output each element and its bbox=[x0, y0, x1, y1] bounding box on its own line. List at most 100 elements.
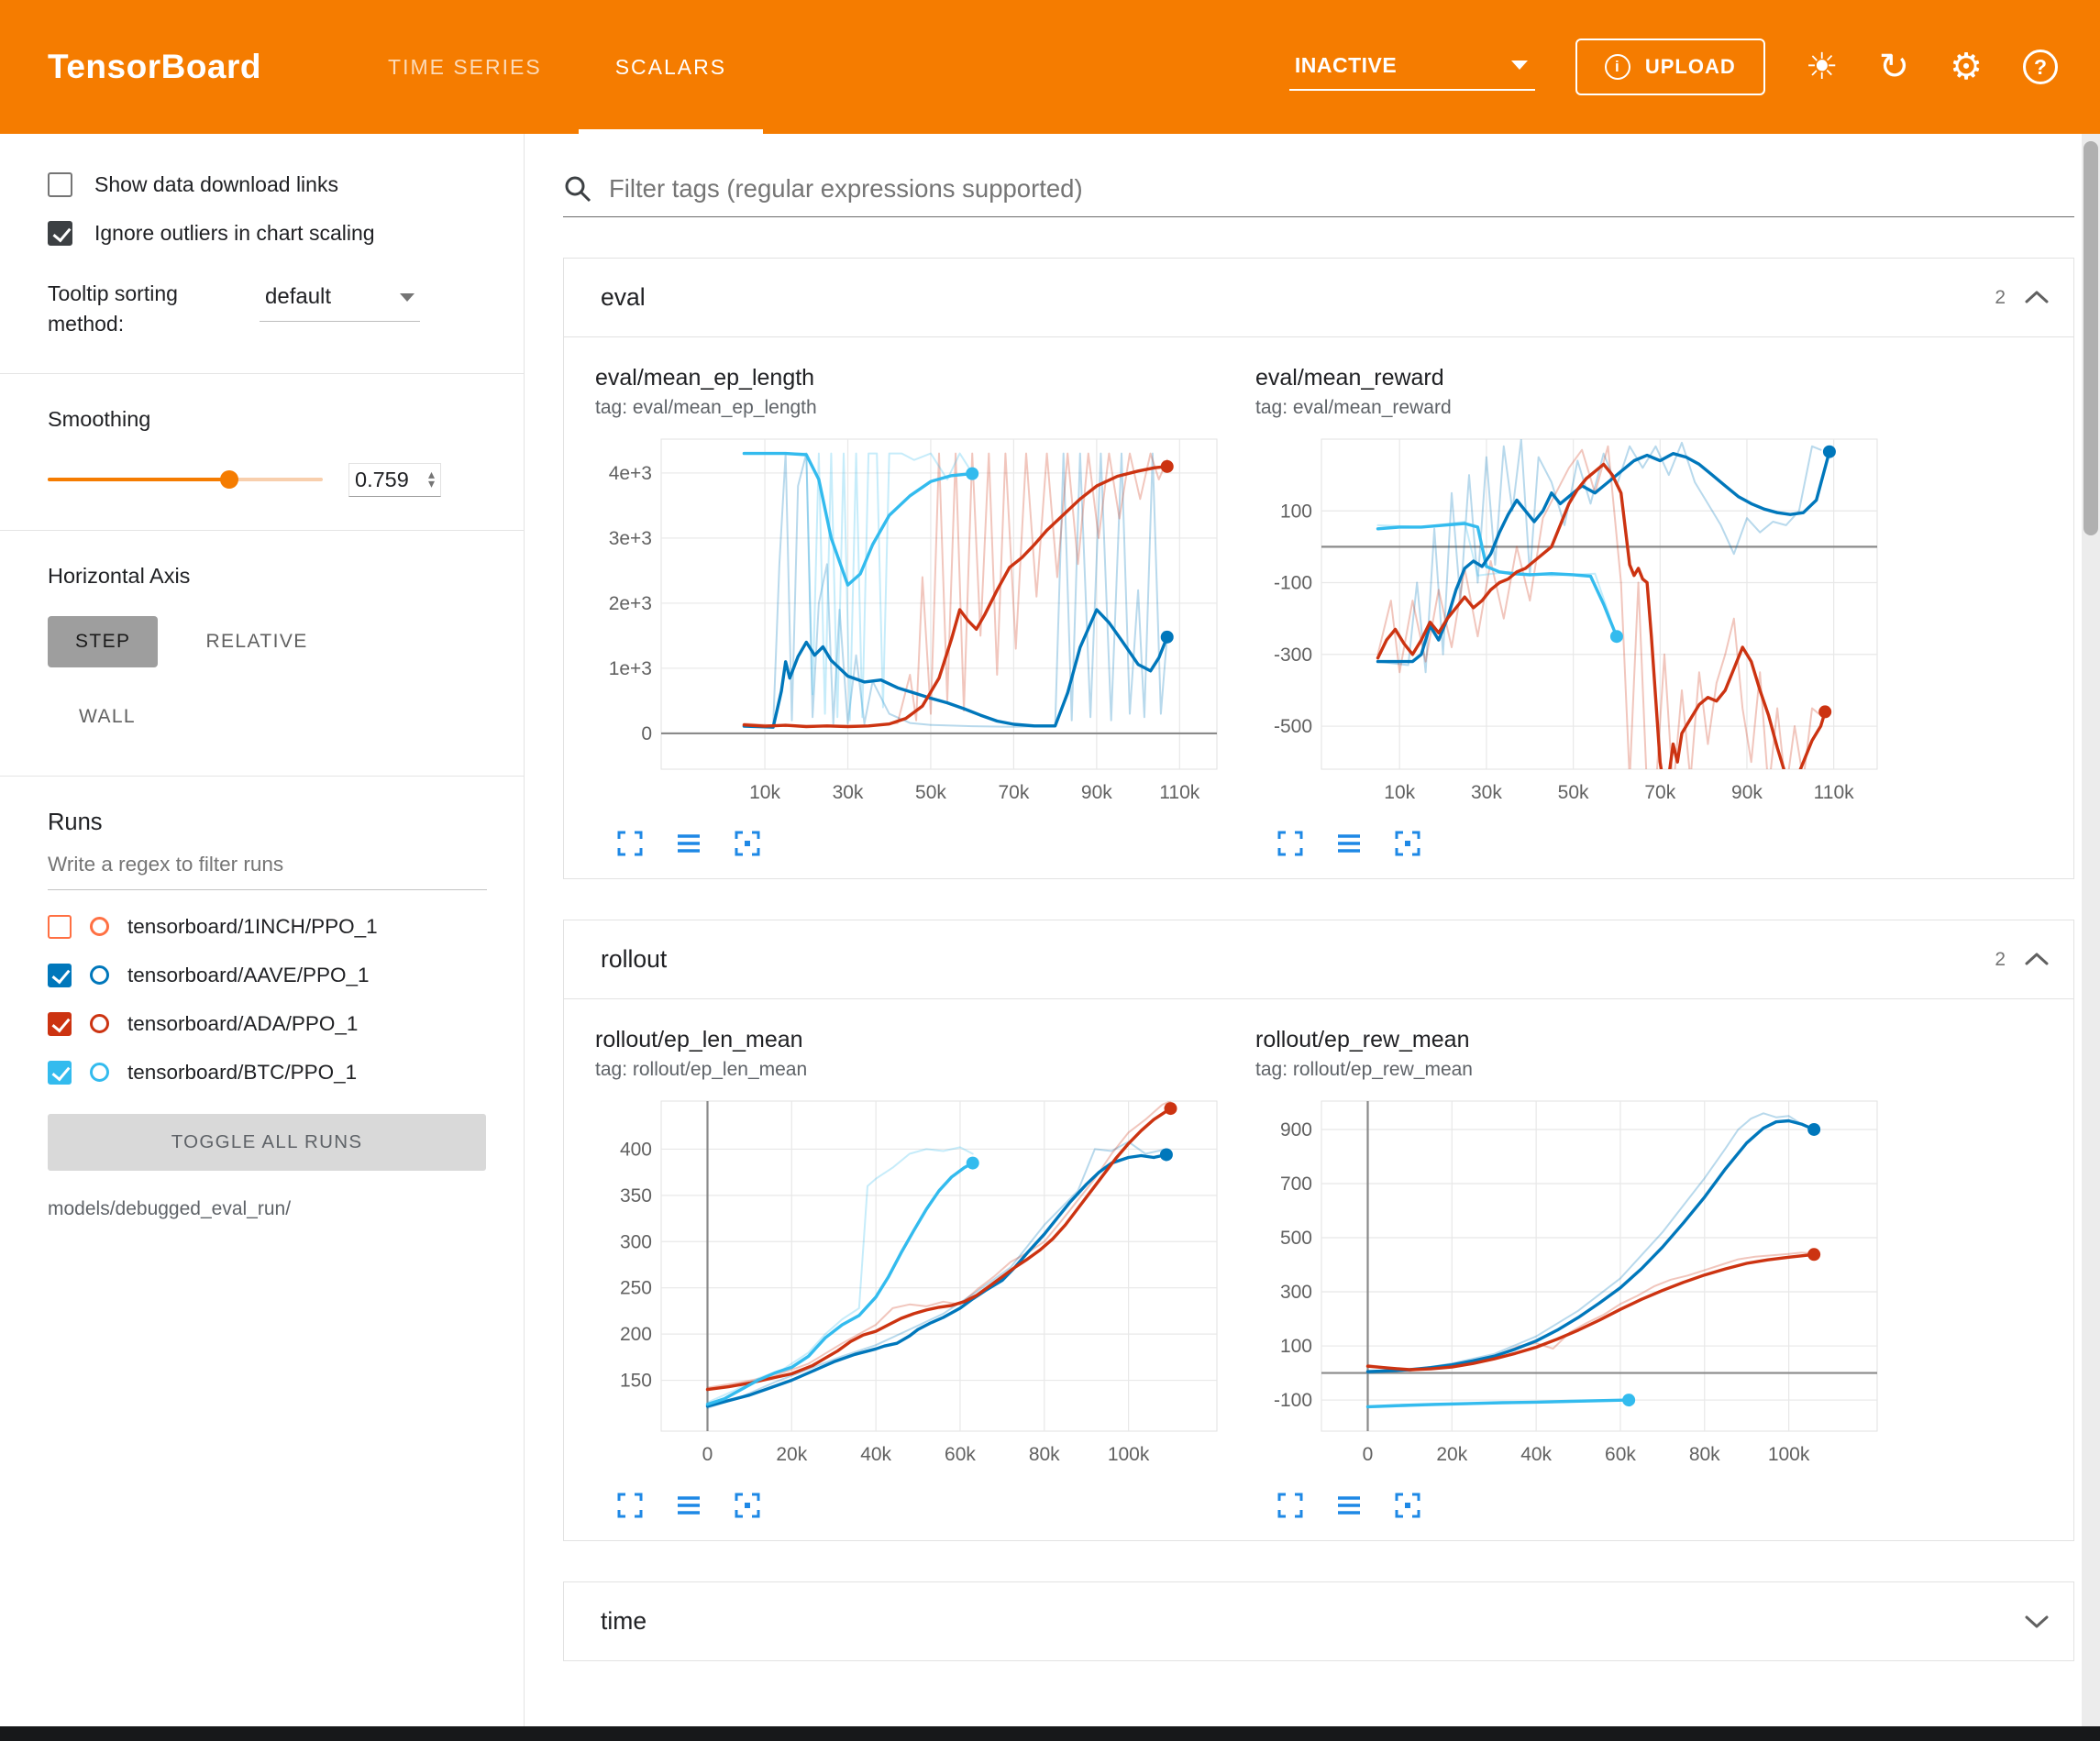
collapse-chevron-icon[interactable] bbox=[2024, 290, 2050, 305]
lines-icon bbox=[1334, 829, 1364, 858]
line-chart[interactable]: -100100300500700900020k40k60k80k100k bbox=[1255, 1092, 1888, 1473]
fit-domain-button[interactable] bbox=[1393, 829, 1422, 858]
fit-domain-button[interactable] bbox=[733, 829, 762, 858]
theme-toggle-icon[interactable]: ☀ bbox=[1806, 49, 1839, 85]
lines-icon bbox=[674, 829, 703, 858]
run-checkbox[interactable] bbox=[48, 1012, 72, 1036]
refresh-icon[interactable]: ↻ bbox=[1879, 49, 1910, 85]
run-color-circle[interactable] bbox=[90, 1014, 109, 1033]
chart-title: rollout/ep_len_mean bbox=[595, 1027, 1230, 1053]
fit-domain-button[interactable] bbox=[1393, 1491, 1422, 1520]
expand-chart-button[interactable] bbox=[1276, 1491, 1305, 1520]
tag-filter-input[interactable] bbox=[609, 174, 2074, 204]
svg-text:20k: 20k bbox=[776, 1444, 807, 1465]
tooltip-sorting-select[interactable]: default bbox=[260, 279, 420, 322]
help-icon[interactable]: ? bbox=[2023, 50, 2058, 84]
fit-domain-button[interactable] bbox=[733, 1491, 762, 1520]
run-color-circle[interactable] bbox=[90, 917, 109, 936]
svg-text:-300: -300 bbox=[1274, 645, 1312, 666]
run-label: tensorboard/ADA/PPO_1 bbox=[127, 1012, 358, 1036]
expand-chart-button[interactable] bbox=[615, 829, 645, 858]
slider-fill bbox=[48, 478, 229, 481]
chart-options-button[interactable] bbox=[1334, 829, 1364, 858]
settings-gear-icon[interactable]: ⚙ bbox=[1950, 49, 1983, 85]
axis-step-button[interactable]: STEP bbox=[48, 616, 158, 667]
show-download-links-row[interactable]: Show data download links bbox=[48, 172, 487, 197]
svg-text:350: 350 bbox=[620, 1185, 652, 1207]
expand-chart-button[interactable] bbox=[615, 1491, 645, 1520]
search-icon bbox=[563, 174, 592, 204]
run-color-circle[interactable] bbox=[90, 1063, 109, 1082]
run-checkbox[interactable] bbox=[48, 915, 72, 939]
dropdown-arrow-icon bbox=[400, 293, 414, 302]
card-title: eval bbox=[601, 283, 646, 312]
run-checkbox[interactable] bbox=[48, 1061, 72, 1085]
ignore-outliers-checkbox[interactable] bbox=[48, 221, 72, 246]
show-download-links-checkbox[interactable] bbox=[48, 172, 72, 197]
smoothing-label: Smoothing bbox=[48, 407, 487, 432]
svg-text:0: 0 bbox=[641, 723, 652, 744]
run-row-1inch[interactable]: tensorboard/1INCH/PPO_1 bbox=[48, 915, 487, 939]
run-row-ada[interactable]: tensorboard/ADA/PPO_1 bbox=[48, 1012, 487, 1036]
smoothing-slider[interactable] bbox=[48, 478, 323, 481]
card-rollout-header[interactable]: rollout 2 bbox=[564, 920, 2073, 998]
card-time-header[interactable]: time bbox=[564, 1582, 2073, 1660]
tag-filter-row bbox=[563, 174, 2074, 217]
vertical-scrollbar[interactable] bbox=[2082, 134, 2100, 1741]
scrollbar-thumb[interactable] bbox=[2083, 141, 2098, 535]
status-dropdown-value: INACTIVE bbox=[1295, 53, 1397, 78]
tab-time-series[interactable]: TIME SERIES bbox=[351, 0, 579, 134]
axis-wall-button[interactable]: WALL bbox=[79, 691, 136, 743]
card-rollout: rollout 2 rollout/ep_len_mean tag: rollo… bbox=[563, 920, 2074, 1541]
collapse-chevron-icon[interactable] bbox=[2024, 952, 2050, 967]
fit-to-data-icon bbox=[1393, 829, 1422, 858]
line-chart[interactable]: 100-100-300-50010k30k50k70k90k110k bbox=[1255, 430, 1888, 811]
svg-text:40k: 40k bbox=[1520, 1444, 1552, 1465]
svg-text:10k: 10k bbox=[749, 782, 780, 803]
smoothing-value-box: ▴▾ bbox=[348, 463, 441, 497]
status-dropdown[interactable]: INACTIVE bbox=[1289, 44, 1535, 91]
run-row-aave[interactable]: tensorboard/AAVE/PPO_1 bbox=[48, 964, 487, 987]
card-eval-header[interactable]: eval 2 bbox=[564, 259, 2073, 336]
run-label: tensorboard/BTC/PPO_1 bbox=[127, 1061, 357, 1085]
svg-text:2e+3: 2e+3 bbox=[609, 593, 652, 614]
lines-icon bbox=[1334, 1491, 1364, 1520]
fullscreen-icon bbox=[615, 829, 645, 858]
tab-scalars[interactable]: SCALARS bbox=[579, 0, 763, 134]
line-chart[interactable]: 150200250300350400020k40k60k80k100k bbox=[595, 1092, 1228, 1473]
ignore-outliers-row[interactable]: Ignore outliers in chart scaling bbox=[48, 221, 487, 246]
chart-eval-mean-reward: eval/mean_reward tag: eval/mean_reward 1… bbox=[1255, 365, 1890, 858]
upload-button-label: UPLOAD bbox=[1645, 55, 1736, 79]
svg-text:150: 150 bbox=[620, 1371, 652, 1392]
spinner-arrows-icon[interactable]: ▴▾ bbox=[428, 470, 435, 490]
svg-text:30k: 30k bbox=[833, 782, 864, 803]
svg-text:60k: 60k bbox=[945, 1444, 976, 1465]
smoothing-input[interactable] bbox=[355, 468, 428, 492]
svg-text:110k: 110k bbox=[1814, 782, 1854, 803]
runs-heading: Runs bbox=[48, 810, 487, 836]
runs-filter-input[interactable] bbox=[48, 842, 487, 890]
chart-options-button[interactable] bbox=[674, 829, 703, 858]
run-checkbox[interactable] bbox=[48, 964, 72, 987]
chart-tag: tag: rollout/ep_rew_mean bbox=[1255, 1059, 1890, 1081]
svg-text:0: 0 bbox=[1363, 1444, 1374, 1465]
toggle-all-runs-button[interactable]: TOGGLE ALL RUNS bbox=[48, 1114, 486, 1171]
info-icon: i bbox=[1605, 54, 1630, 80]
card-chart-count: 2 bbox=[1995, 287, 2006, 309]
card-title: time bbox=[601, 1607, 647, 1636]
fullscreen-icon bbox=[615, 1491, 645, 1520]
run-row-btc[interactable]: tensorboard/BTC/PPO_1 bbox=[48, 1061, 487, 1085]
svg-text:-500: -500 bbox=[1274, 716, 1312, 737]
slider-thumb[interactable] bbox=[220, 470, 238, 489]
axis-relative-button[interactable]: RELATIVE bbox=[205, 616, 307, 667]
expand-chart-button[interactable] bbox=[1276, 829, 1305, 858]
card-title: rollout bbox=[601, 945, 667, 974]
upload-button[interactable]: i UPLOAD bbox=[1575, 39, 1765, 95]
chart-options-button[interactable] bbox=[674, 1491, 703, 1520]
expand-chevron-icon[interactable] bbox=[2024, 1614, 2050, 1629]
run-color-circle[interactable] bbox=[90, 965, 109, 985]
chart-options-button[interactable] bbox=[1334, 1491, 1364, 1520]
show-download-links-label: Show data download links bbox=[94, 172, 338, 197]
line-chart[interactable]: 01e+32e+33e+34e+310k30k50k70k90k110k bbox=[595, 430, 1228, 811]
svg-text:300: 300 bbox=[620, 1231, 652, 1252]
